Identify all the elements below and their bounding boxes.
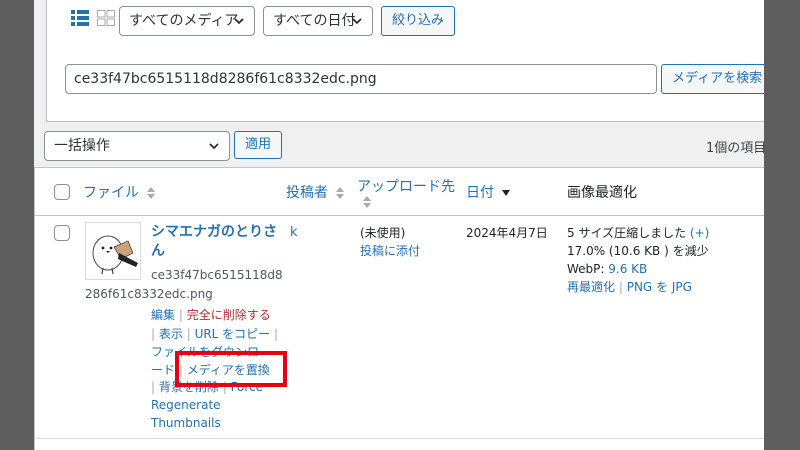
- author-link[interactable]: k: [290, 224, 298, 242]
- chevron-down-icon: [234, 18, 244, 25]
- thumbnails-line[interactable]: Thumbnails: [151, 414, 221, 433]
- file-name-line1: ce33f47bc6515118d8: [151, 268, 283, 282]
- png-to-jpg-link[interactable]: PNG を JPG: [627, 280, 692, 294]
- bulk-action-select[interactable]: 一括操作: [44, 131, 230, 161]
- upload-date: 2024年4月7日: [466, 226, 548, 240]
- optimization-actions: 再最適化 | PNG を JPG: [567, 280, 692, 294]
- regenerate-line[interactable]: Regenerate: [151, 396, 221, 415]
- media-title[interactable]: シマエナガのとりさ ん: [151, 223, 281, 261]
- chevron-down-icon: [352, 18, 362, 25]
- media-library-screen: すべてのメディア すべての日付 絞り込み ce33f47bc6515118d82…: [34, 0, 764, 450]
- uploaded-to-status: (未使用): [360, 226, 406, 240]
- webp-size-link[interactable]: 9.6 KB: [608, 262, 647, 276]
- sort-icon: [147, 187, 156, 199]
- row-checkbox[interactable]: [54, 225, 70, 241]
- view-link[interactable]: 表示: [159, 327, 183, 341]
- optimization-summary: 5 サイズ圧縮しました (+): [567, 226, 710, 240]
- column-date[interactable]: 日付: [466, 182, 511, 202]
- sort-desc-icon: [502, 190, 511, 196]
- search-media-button[interactable]: メディアを検索: [661, 64, 764, 94]
- webp-size: WebP: 9.6 KB: [567, 262, 648, 276]
- edit-link[interactable]: 編集: [151, 308, 175, 322]
- select-all-checkbox[interactable]: [54, 184, 70, 200]
- filter-button[interactable]: 絞り込み: [381, 6, 456, 36]
- list-view-icon[interactable]: [71, 10, 89, 26]
- apply-button[interactable]: 適用: [234, 131, 283, 159]
- table-header: ファイル 投稿者 アップロード先 日付 画像最適化: [35, 168, 764, 216]
- bulk-action-value: 一括操作: [54, 138, 110, 154]
- search-input[interactable]: ce33f47bc6515118d8286f61c8332edc.png: [65, 64, 657, 94]
- chevron-down-icon: [209, 143, 219, 150]
- optimization-details-link[interactable]: (+): [690, 226, 709, 240]
- media-type-value: すべてのメディア: [129, 13, 239, 29]
- highlight-box: [175, 351, 287, 387]
- column-author[interactable]: 投稿者: [286, 182, 345, 202]
- item-count: 1個の項目: [706, 141, 764, 156]
- filter-bar: すべてのメディア すべての日付 絞り込み ce33f47bc6515118d82…: [46, 0, 764, 122]
- sort-icon: [363, 196, 371, 208]
- optimization-savings: 17.0% (10.6 KB ) を減少: [567, 244, 709, 258]
- row-divider: [35, 438, 764, 439]
- media-table: ファイル 投稿者 アップロード先 日付 画像最適化 シマエナガのとりさ ん ce…: [34, 167, 764, 450]
- row-actions-line2: | 表示 | URL をコピー |: [151, 327, 279, 341]
- column-uploaded-to[interactable]: アップロード先: [357, 176, 455, 196]
- date-select[interactable]: すべての日付: [263, 6, 373, 36]
- column-file[interactable]: ファイル: [83, 182, 156, 202]
- column-optimization: 画像最適化: [567, 185, 637, 201]
- download-file-link-cont[interactable]: ード: [151, 363, 175, 377]
- row-actions-line1: 編集 | 完全に削除する: [151, 308, 271, 322]
- bird-image: [92, 235, 138, 275]
- attach-to-post-link[interactable]: 投稿に添付: [360, 242, 420, 260]
- right-margin: [764, 0, 800, 450]
- delete-permanently-link[interactable]: 完全に削除する: [187, 308, 271, 322]
- media-type-select[interactable]: すべてのメディア: [119, 6, 255, 36]
- media-thumbnail[interactable]: [85, 222, 141, 280]
- date-value: すべての日付: [273, 13, 356, 29]
- reoptimize-link[interactable]: 再最適化: [567, 280, 615, 294]
- file-name-line2: 286f61c8332edc.png: [85, 287, 213, 301]
- sort-icon: [336, 187, 345, 199]
- grid-view-icon[interactable]: [97, 10, 115, 26]
- copy-url-link[interactable]: URL をコピー: [195, 327, 271, 341]
